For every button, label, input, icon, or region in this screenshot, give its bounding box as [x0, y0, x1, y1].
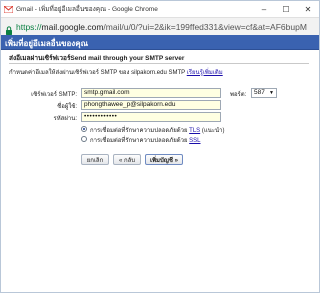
username-label: ชื่อผู้ใช้:: [57, 104, 77, 110]
dialog-title: เพิ่มที่อยู่อีเมลอื่นของคุณ: [5, 39, 88, 48]
title-bar: Gmail - เพิ่มที่อยู่อีเมลอื่นของคุณ - Go…: [1, 1, 319, 17]
tls-radio-label[interactable]: การเชื่อมต่อที่รักษาความปลอดภัยด้วย TLS …: [90, 125, 225, 135]
ssl-link[interactable]: SSL: [189, 138, 200, 144]
section-divider: [9, 63, 309, 64]
smtp-server-input[interactable]: smtp.gmail.com: [81, 88, 221, 98]
username-input[interactable]: phongthawee_p@silpakorn.edu: [81, 100, 221, 110]
cancel-button[interactable]: ยกเลิก: [81, 154, 109, 165]
tls-label-prefix: การเชื่อมต่อที่รักษาความปลอดภัยด้วย: [90, 128, 190, 134]
window-title: Gmail - เพิ่มที่อยู่อีเมลอื่นของคุณ - Go…: [16, 6, 158, 13]
tls-radio[interactable]: [81, 126, 87, 132]
instructions-text: กำหนดค่าอีเมลให้ส่งผ่านเซิร์ฟเวอร์ SMTP …: [9, 67, 223, 77]
instructions-body: กำหนดค่าอีเมลให้ส่งผ่านเซิร์ฟเวอร์ SMTP …: [9, 70, 186, 76]
chevron-down-icon: ▼: [269, 90, 274, 96]
chrome-popup-window: Gmail - เพิ่มที่อยู่อีเมลอื่นของคุณ - Go…: [0, 0, 320, 293]
address-bar[interactable]: https://mail.google.com/mail/u/0/?ui=2&i…: [1, 17, 319, 36]
dialog-header: เพิ่มที่อยู่อีเมลอื่นของคุณ: [1, 35, 319, 50]
url-host: mail.google.com: [41, 21, 104, 32]
url-path: /mail/u/0/?ui=2&ik=199ffed331&view=cf&at…: [103, 21, 307, 32]
gmail-icon: [4, 5, 13, 14]
url-scheme: https://: [16, 21, 42, 32]
password-input[interactable]: ••••••••••••: [81, 112, 221, 122]
port-select[interactable]: 587 ▼: [251, 88, 277, 98]
minimize-button[interactable]: –: [253, 1, 275, 17]
ssl-radio[interactable]: [81, 136, 87, 142]
port-value: 587: [254, 89, 265, 96]
tls-link[interactable]: TLS: [189, 128, 200, 134]
learn-more-link[interactable]: เรียนรู้เพิ่มเติม: [187, 70, 223, 76]
close-button[interactable]: ✕: [297, 1, 319, 17]
window-controls: – ☐ ✕: [253, 1, 319, 17]
port-label: พอร์ต:: [230, 92, 247, 98]
password-label: รหัสผ่าน:: [53, 116, 78, 122]
tls-label-suffix: (แนะนำ): [200, 128, 225, 134]
ssl-radio-label[interactable]: การเชื่อมต่อที่รักษาความปลอดภัยด้วย SSL: [90, 135, 201, 145]
ssl-label-prefix: การเชื่อมต่อที่รักษาความปลอดภัยด้วย: [90, 138, 190, 144]
url-text[interactable]: https://mail.google.com/mail/u/0/?ui=2&i…: [16, 22, 311, 32]
back-button[interactable]: « กลับ: [113, 154, 141, 165]
smtp-server-label: เซิร์ฟเวอร์ SMTP:: [31, 92, 77, 98]
lock-icon: [5, 22, 13, 35]
add-account-button[interactable]: เพิ่มบัญชี »: [145, 154, 183, 165]
maximize-button[interactable]: ☐: [275, 1, 297, 17]
section-heading: ส่งอีเมลผ่านเซิร์ฟเวอร์Send mail through…: [9, 55, 185, 62]
